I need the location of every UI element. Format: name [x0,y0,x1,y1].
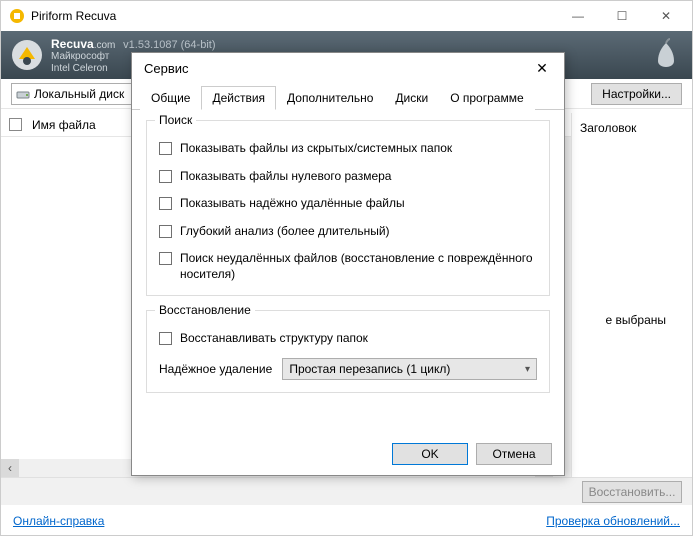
search-group-legend: Поиск [155,113,196,127]
tab-advanced[interactable]: Дополнительно [276,86,384,110]
pear-icon [652,37,680,73]
checkbox-show-zero[interactable]: Показывать файлы нулевого размера [159,169,537,185]
dialog-close-button[interactable]: ✕ [526,55,558,81]
secure-delete-label: Надёжное удаление [159,362,272,376]
bottom-bar: Восстановить... [1,477,692,505]
maximize-button[interactable]: ☐ [600,2,644,30]
checkbox-label: Восстанавливать структуру папок [180,331,368,347]
restore-button[interactable]: Восстановить... [582,481,682,503]
chevron-down-icon: ▾ [525,364,530,375]
restore-group-legend: Восстановление [155,303,255,317]
minimize-button[interactable]: — [556,2,600,30]
cancel-button[interactable]: Отмена [476,443,552,465]
preview-header: Заголовок [580,121,684,135]
tab-drives[interactable]: Диски [384,86,439,110]
tab-actions[interactable]: Действия [201,86,276,110]
help-link[interactable]: Онлайн-справка [13,514,104,528]
checkbox-icon [159,252,172,265]
search-group: Поиск Показывать файлы из скрытых/систем… [146,120,550,296]
product-domain: .com [94,40,116,51]
options-dialog: Сервис ✕ Общие Действия Дополнительно Ди… [131,52,565,476]
checkbox-label: Показывать надёжно удалённые файлы [180,196,405,212]
titlebar: Piriform Recuva — ☐ ✕ [1,1,692,31]
dialog-tabs: Общие Действия Дополнительно Диски О про… [132,85,564,110]
checkbox-label: Показывать файлы из скрытых/системных па… [180,141,452,157]
dialog-titlebar: Сервис ✕ [132,53,564,83]
checkbox-show-hidden[interactable]: Показывать файлы из скрытых/системных па… [159,141,537,157]
window-title: Piriform Recuva [31,9,556,23]
checkbox-label: Поиск неудалённых файлов (восстановление… [180,251,537,282]
col-filename[interactable]: Имя файла [32,118,96,132]
ok-button[interactable]: OK [392,443,468,465]
checkbox-deep-scan[interactable]: Глубокий анализ (более длительный) [159,224,537,240]
checkbox-undeleted-scan[interactable]: Поиск неудалённых файлов (восстановление… [159,251,537,282]
drive-label: Локальный диск [34,87,124,101]
select-value: Простая перезапись (1 цикл) [289,362,450,376]
settings-button[interactable]: Настройки... [591,83,682,105]
checkbox-icon [159,170,172,183]
close-button[interactable]: ✕ [644,2,688,30]
product-name: Recuva [51,37,94,51]
checkbox-icon [159,197,172,210]
dialog-buttons: OK Отмена [392,443,552,465]
checkbox-show-secure-deleted[interactable]: Показывать надёжно удалённые файлы [159,196,537,212]
tab-about[interactable]: О программе [439,86,534,110]
preview-pane: Заголовок [572,113,692,477]
secure-delete-select[interactable]: Простая перезапись (1 цикл) ▾ [282,358,537,380]
app-icon [9,8,25,24]
checkbox-label: Показывать файлы нулевого размера [180,169,391,185]
dialog-title: Сервис [144,61,526,76]
product-version: v1.53.1087 (64-bit) [123,39,215,51]
restore-group: Восстановление Восстанавливать структуру… [146,310,550,394]
secure-delete-row: Надёжное удаление Простая перезапись (1 … [159,358,537,380]
status-bar: Онлайн-справка Проверка обновлений... [1,507,692,535]
no-selection-text: е выбраны [606,313,666,327]
product-icon [11,39,43,71]
checkbox-icon [159,332,172,345]
disk-icon [16,87,30,101]
select-all-checkbox[interactable] [9,118,22,131]
checkbox-icon [159,225,172,238]
tab-general[interactable]: Общие [140,86,201,110]
update-link[interactable]: Проверка обновлений... [546,514,680,528]
scroll-left-icon[interactable]: ‹ [1,459,19,477]
checkbox-label: Глубокий анализ (более длительный) [180,224,390,240]
checkbox-icon [159,142,172,155]
checkbox-restore-structure[interactable]: Восстанавливать структуру папок [159,331,537,347]
dialog-body: Поиск Показывать файлы из скрытых/систем… [132,110,564,417]
